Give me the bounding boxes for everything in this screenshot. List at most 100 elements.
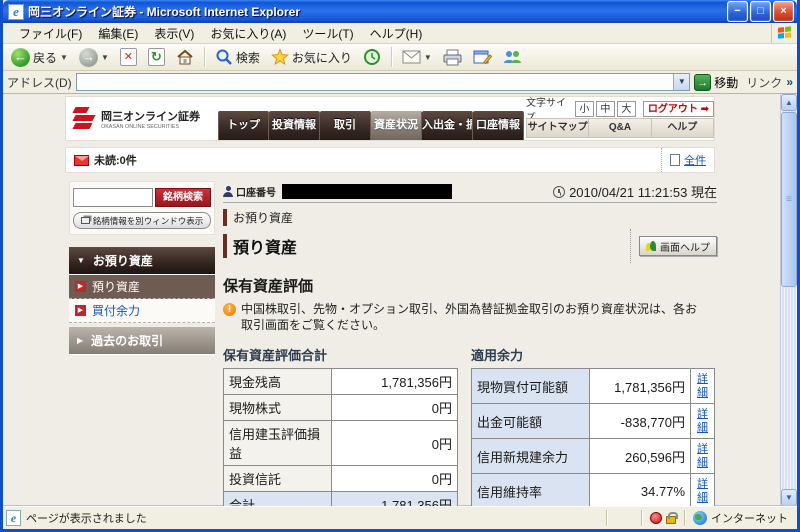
site-logo[interactable]: 岡三オンライン証券 OKASAN ONLINE SECURITIES	[66, 97, 218, 140]
favorites-button[interactable]: お気に入り	[267, 47, 356, 67]
lock-icon[interactable]	[666, 512, 678, 524]
breadcrumb: お預り資産	[223, 209, 293, 226]
nav-tab-investment-info[interactable]: 投資情報	[269, 111, 320, 140]
site-body: 銘柄検索 銘柄情報を別ウィンドウ表示 ▼ お預り資産 ▶ 預り資産 ▶ 買付余力…	[69, 181, 780, 506]
stock-search-button[interactable]: 銘柄検索	[155, 188, 211, 207]
menu-edit[interactable]: 編集(E)	[90, 23, 146, 44]
go-button[interactable]: → 移動	[694, 73, 738, 91]
toolbar-separator	[390, 47, 392, 67]
sidebar-item-buying-power[interactable]: ▶ 買付余力	[69, 299, 215, 323]
account-number-redacted	[282, 184, 452, 199]
menu-file[interactable]: ファイル(F)	[11, 23, 90, 44]
close-button[interactable]: ×	[773, 1, 794, 22]
sidebar-item-deposit-assets[interactable]: ▶ 預り資産	[69, 275, 215, 299]
forward-icon: →	[78, 47, 98, 67]
favorites-star-icon	[270, 48, 289, 66]
messenger-button[interactable]	[499, 48, 525, 66]
sub-nav: サイトマップ Q&A ヘルプ	[526, 118, 714, 138]
home-button[interactable]	[172, 47, 198, 67]
refresh-button[interactable]: ↻	[144, 47, 169, 67]
menu-view[interactable]: 表示(V)	[146, 23, 202, 44]
windows-logo-icon	[771, 23, 797, 43]
detail-link[interactable]: 詳細	[696, 372, 709, 400]
margin-power-column: 適用余力 現物買付可能額 1,781,356円 詳細 出金可能額 -838,77…	[471, 345, 715, 506]
row-value: 0円	[331, 394, 458, 422]
search-icon	[216, 49, 232, 65]
browser-toolbar: ← 戻る ▼ → ▼ ✕ ↻ 検索 お気に入り ▼	[3, 44, 797, 71]
menu-tools[interactable]: ツール(T)	[294, 23, 361, 44]
subnav-sitemap[interactable]: サイトマップ	[527, 119, 590, 137]
title-bar[interactable]: e 岡三オンライン証券 - Microsoft Internet Explore…	[3, 0, 797, 23]
screen-help-label: 画面ヘルプ	[660, 242, 710, 254]
mail-icon	[402, 50, 421, 64]
menu-help[interactable]: ヘルプ(H)	[362, 23, 431, 44]
links-chevron-icon[interactable]: »	[786, 75, 793, 89]
detail-link[interactable]: 詳細	[696, 477, 709, 505]
open-window-button[interactable]: 銘柄情報を別ウィンドウ表示	[73, 212, 211, 229]
back-icon: ←	[11, 47, 30, 67]
nav-tab-top[interactable]: トップ	[218, 111, 269, 140]
mail-button[interactable]: ▼	[398, 48, 436, 66]
table-row: 現物買付可能額 1,781,356円 詳細	[471, 368, 715, 405]
nav-tab-deposit-transfer[interactable]: 入出金・振替	[422, 111, 473, 140]
stop-button[interactable]: ✕	[116, 47, 141, 67]
stock-search-input[interactable]	[73, 188, 153, 207]
search-button[interactable]: 検索	[211, 47, 264, 67]
back-dropdown-icon[interactable]: ▼	[60, 53, 68, 62]
logo-title: 岡三オンライン証券	[101, 110, 200, 123]
all-messages-link[interactable]: 全件	[684, 152, 706, 168]
margin-table-title: 適用余力	[471, 348, 524, 364]
font-size-controls: 文字サイズ 小 中 大 ログアウト ➡	[526, 97, 715, 124]
sidebar-header-past-trades[interactable]: ▶ 過去のお取引	[69, 327, 215, 355]
links-label[interactable]: リンク	[746, 74, 782, 91]
subnav-help[interactable]: ヘルプ	[652, 119, 713, 137]
logout-button[interactable]: ログアウト ➡	[642, 100, 715, 117]
sidebar-item-label: 預り資産	[92, 280, 141, 294]
font-size-medium-button[interactable]: 中	[595, 100, 615, 117]
forward-dropdown-icon[interactable]: ▼	[101, 53, 109, 62]
row-label: 現物買付可能額	[471, 368, 590, 405]
maximize-button[interactable]: □	[750, 1, 771, 22]
font-size-small-button[interactable]: 小	[574, 100, 594, 117]
edit-button[interactable]	[469, 48, 496, 66]
nav-tab-asset-status[interactable]: 資産状況	[371, 111, 422, 140]
back-button[interactable]: ← 戻る ▼	[7, 47, 72, 68]
table-row: 出金可能額 -838,770円 詳細	[471, 403, 715, 440]
sidebar-header-deposited-assets[interactable]: ▼ お預り資産	[69, 247, 215, 275]
unread-count: 未読:0件	[94, 155, 137, 167]
row-label: 出金可能額	[471, 403, 590, 440]
history-button[interactable]	[359, 47, 385, 67]
divider	[684, 510, 685, 526]
vertical-scrollbar[interactable]: ▲ ▼	[780, 94, 797, 506]
address-input[interactable]	[76, 75, 674, 89]
detail-link[interactable]: 詳細	[696, 442, 709, 470]
scrollbar-thumb[interactable]	[781, 112, 797, 287]
back-label: 戻る	[33, 50, 58, 65]
forward-button[interactable]: → ▼	[75, 47, 113, 68]
font-size-large-button[interactable]: 大	[616, 100, 636, 117]
holding-table: 現金残高 1,781,356円 現物株式 0円 信用建玉評価損益 0円 投資信託…	[223, 368, 458, 506]
scroll-down-icon[interactable]: ▼	[781, 489, 797, 506]
address-input-wrap: ▼	[75, 73, 691, 91]
nav-tab-trade[interactable]: 取引	[320, 111, 371, 140]
mail-dropdown-icon[interactable]: ▼	[424, 53, 432, 62]
row-value: 0円	[331, 465, 458, 493]
nav-tab-account-info[interactable]: 口座情報	[473, 111, 524, 140]
stop-icon: ✕	[119, 48, 137, 66]
detail-link[interactable]: 詳細	[696, 407, 709, 435]
print-button[interactable]	[439, 48, 466, 67]
go-icon: →	[694, 73, 712, 91]
notice-text: 中国株取引、先物・オプション取引、外国為替証拠金取引のお預り資産状況は、各お取引…	[241, 302, 698, 332]
subnav-qa[interactable]: Q&A	[589, 119, 652, 137]
screen-help-button[interactable]: 画面ヘルプ	[639, 236, 717, 256]
tables-row: 保有資産評価合計 現金残高 1,781,356円 現物株式 0円 信用建玉評価損…	[223, 345, 717, 506]
minimize-button[interactable]: −	[727, 1, 748, 22]
privacy-icon[interactable]	[650, 512, 662, 524]
row-value: 34.77%	[589, 473, 691, 506]
account-row: 口座番号 2010/04/21 11:21:53 現在	[223, 181, 717, 203]
address-dropdown-icon[interactable]: ▼	[673, 74, 690, 90]
web-page: 岡三オンライン証券 OKASAN ONLINE SECURITIES トップ 投…	[3, 94, 780, 506]
menu-favorites[interactable]: お気に入り(A)	[202, 23, 294, 44]
scroll-up-icon[interactable]: ▲	[781, 94, 797, 111]
table-row: 投資信託 0円	[223, 465, 458, 493]
